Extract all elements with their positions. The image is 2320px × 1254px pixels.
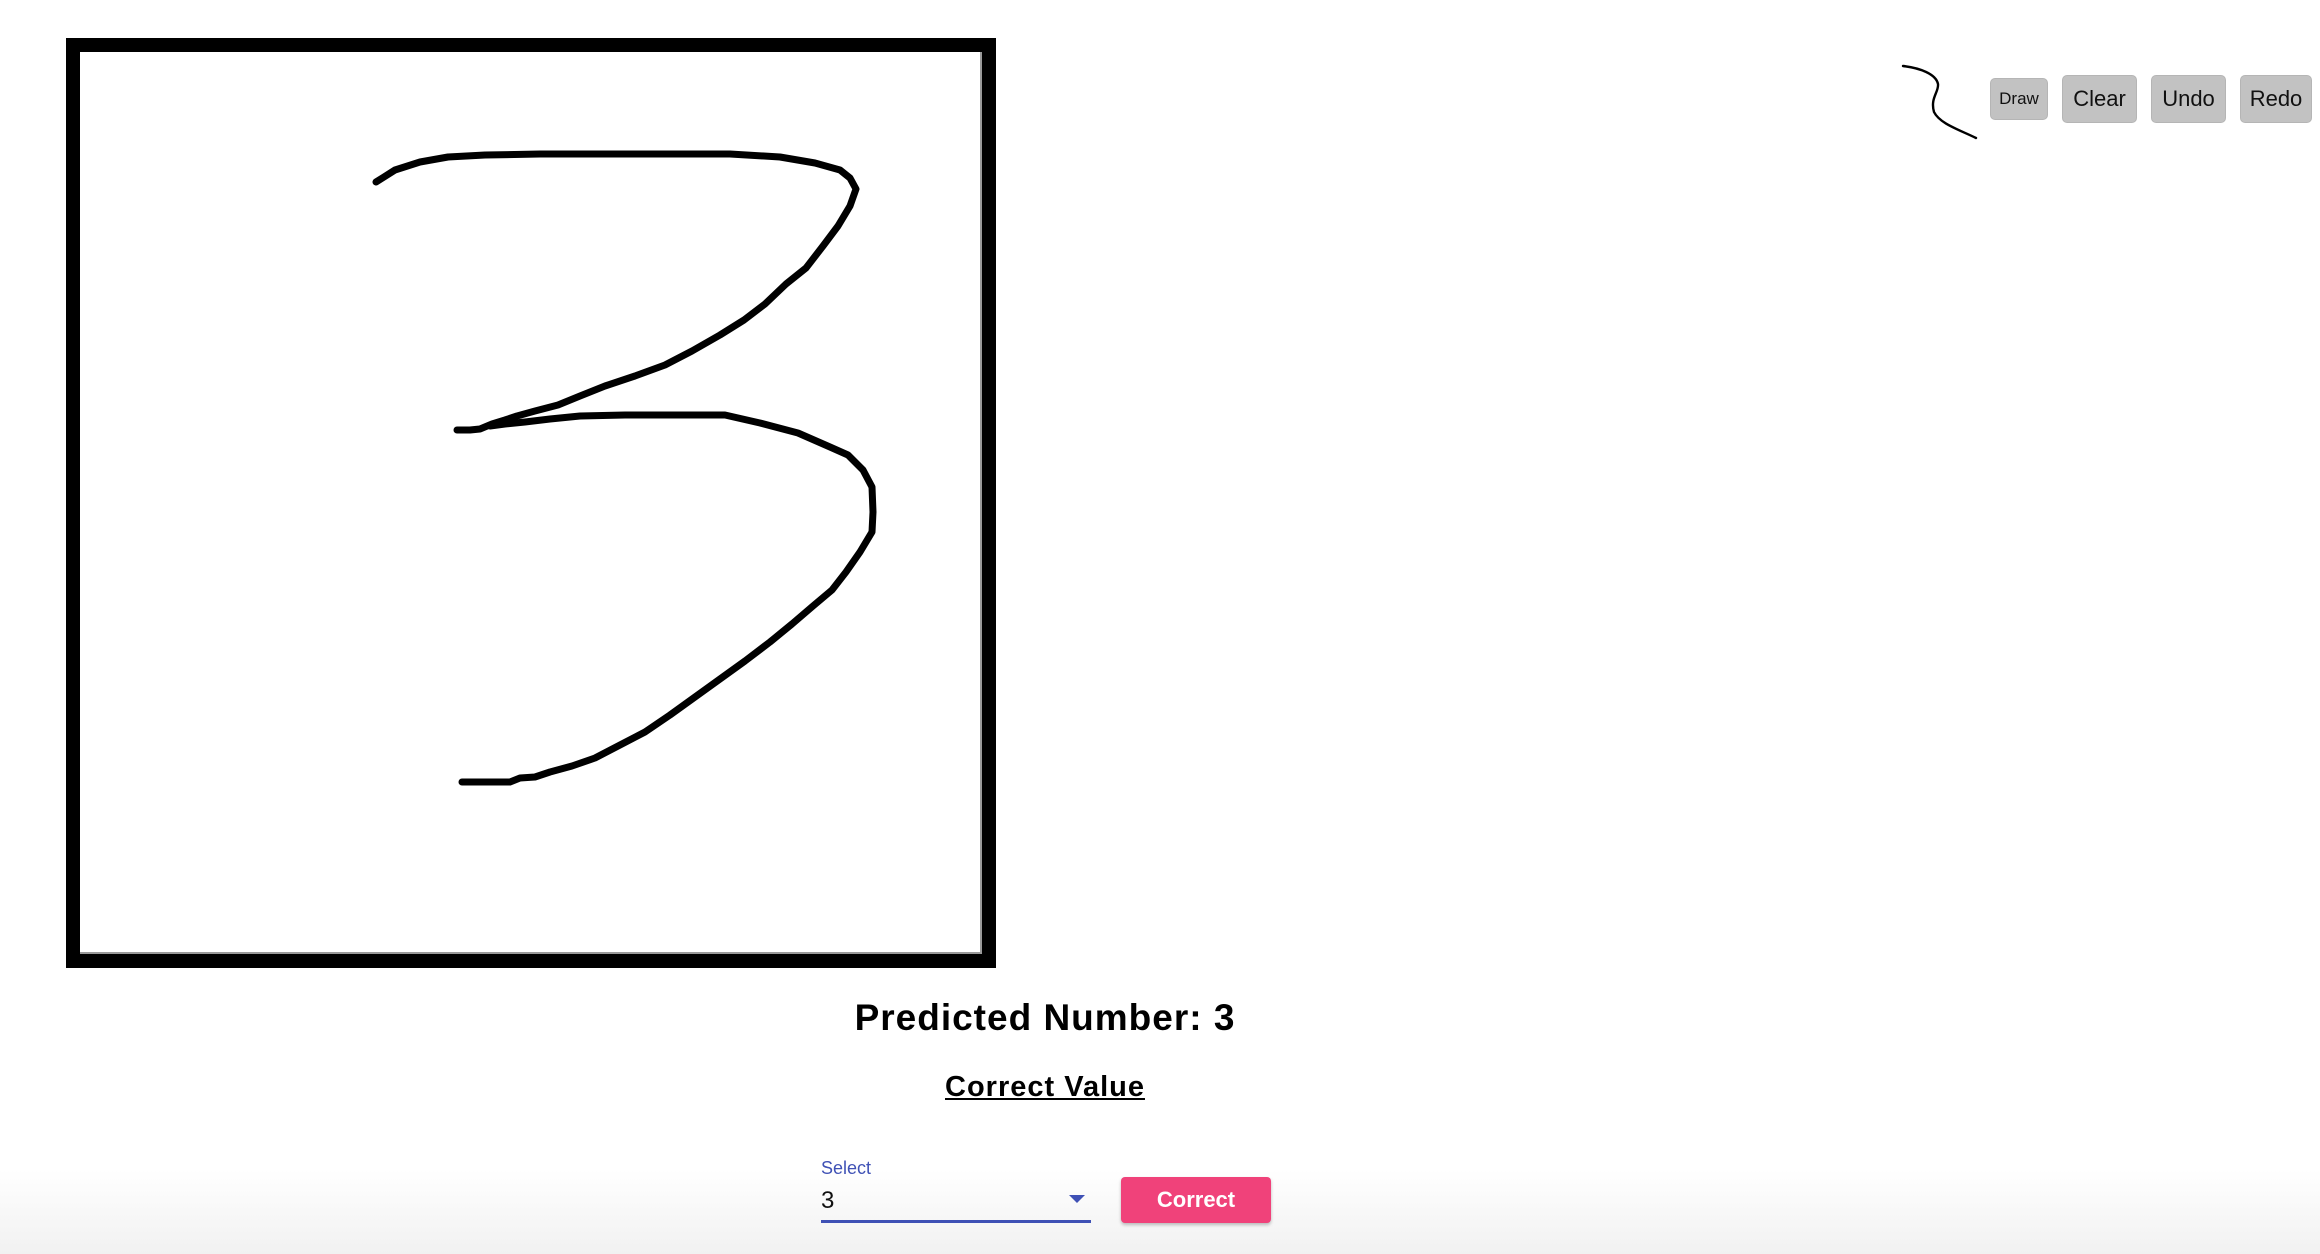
correct-value-select[interactable]: Select 3 [821,1158,1091,1223]
select-field[interactable]: 3 [821,1187,1091,1223]
redo-button[interactable]: Redo [2240,75,2312,123]
correct-value-heading: Correct Value [945,1071,1145,1103]
predicted-number: Predicted Number: 3 [854,997,1236,1038]
correct-button[interactable]: Correct [1121,1177,1271,1223]
drawing-canvas[interactable] [66,38,996,968]
clear-button[interactable]: Clear [2062,75,2137,123]
canvas-surface[interactable] [80,52,982,954]
chevron-down-icon[interactable] [1069,1195,1085,1203]
select-value: 3 [821,1187,835,1214]
page: Draw Clear Undo Redo Predicted Number: 3… [0,0,2320,1254]
undo-button[interactable]: Undo [2151,75,2226,123]
draw-button[interactable]: Draw [1990,78,2048,120]
select-label: Select [821,1158,872,1178]
handwritten-stroke [372,150,877,786]
pen-stroke-icon [1901,64,1978,140]
toolbar: Draw Clear Undo Redo [1900,58,2312,140]
